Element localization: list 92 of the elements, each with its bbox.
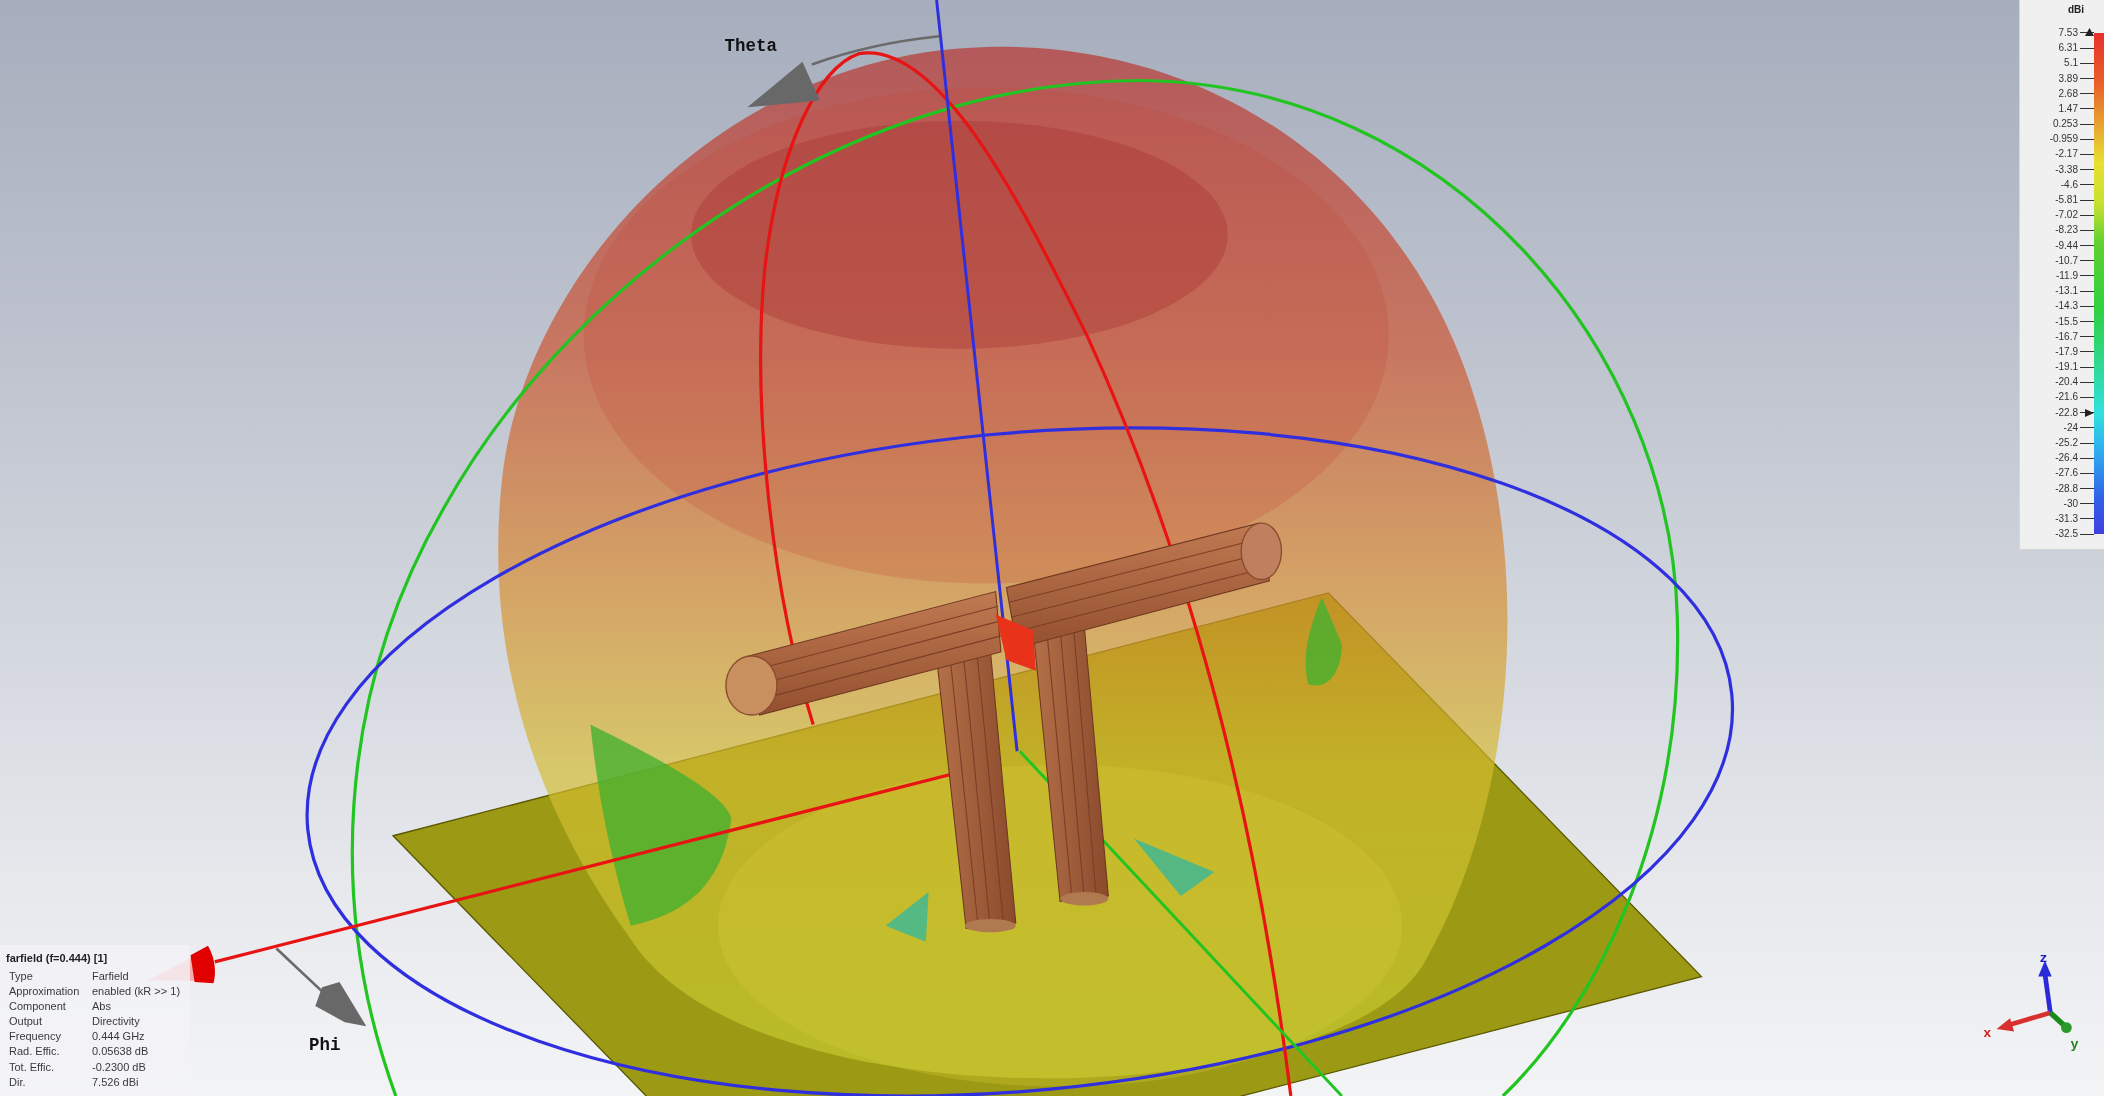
tick-mark bbox=[2080, 138, 2094, 140]
info-key: Component bbox=[9, 999, 92, 1015]
tick-mark bbox=[2080, 305, 2094, 307]
theta-label: Theta bbox=[724, 36, 777, 56]
tick-label: -8.23 bbox=[2054, 224, 2079, 237]
cone-icon bbox=[995, 614, 1036, 671]
tick-mark bbox=[2080, 336, 2094, 338]
tick-mark bbox=[2080, 169, 2094, 171]
tick-mark bbox=[2080, 397, 2094, 398]
tick-mark bbox=[2080, 78, 2094, 80]
tick-label: 7.53 bbox=[2057, 27, 2079, 39]
info-key: Type bbox=[9, 969, 92, 985]
info-key: Frequency bbox=[9, 1029, 92, 1045]
tick-mark bbox=[2080, 351, 2094, 353]
info-value: Abs bbox=[92, 999, 112, 1015]
tick-label: -25.2 bbox=[2054, 437, 2079, 450]
info-key: Tot. Effic. bbox=[9, 1059, 92, 1075]
info-title: farfield (f=0.444) [1] bbox=[6, 951, 109, 966]
tick-mark bbox=[2080, 472, 2094, 474]
max-marker-icon bbox=[2085, 28, 2094, 36]
tick-mark bbox=[2080, 442, 2094, 444]
tick-label: -13.1 bbox=[2054, 285, 2079, 298]
tick-label: -17.9 bbox=[2054, 345, 2079, 358]
tick-label: -7.02 bbox=[2054, 209, 2079, 222]
tick-label: 3.89 bbox=[2057, 72, 2079, 85]
tick-label: -27.6 bbox=[2054, 467, 2079, 480]
info-value: enabled (kR >> 1) bbox=[92, 984, 182, 1000]
tick-mark bbox=[2080, 366, 2094, 368]
tick-label: -14.3 bbox=[2054, 300, 2079, 313]
tick-mark bbox=[2080, 321, 2094, 323]
tick-label: -22.8 bbox=[2054, 406, 2079, 419]
info-value: 7.526 dBi bbox=[92, 1074, 140, 1090]
tick-label: -11.9 bbox=[2054, 270, 2079, 282]
tick-label: -0.959 bbox=[2048, 133, 2079, 146]
tick-label: -20.4 bbox=[2054, 376, 2079, 389]
tick-mark bbox=[2080, 47, 2094, 49]
tick-label: -19.1 bbox=[2054, 361, 2079, 374]
legend-unit: dBi bbox=[2067, 3, 2084, 17]
tick-label: -30 bbox=[2062, 497, 2079, 510]
axis-label: z bbox=[2039, 950, 2048, 966]
tick-label: -24 bbox=[2062, 421, 2079, 434]
tick-label: -21.6 bbox=[2054, 391, 2079, 404]
tick-mark bbox=[2080, 245, 2094, 247]
tick-mark bbox=[2080, 457, 2094, 459]
info-key: Output bbox=[9, 1014, 92, 1030]
tick-label: -26.4 bbox=[2054, 452, 2079, 465]
tick-mark bbox=[2080, 275, 2094, 277]
tick-mark bbox=[2080, 488, 2094, 490]
tick-mark bbox=[2080, 260, 2094, 262]
tick-mark bbox=[2080, 214, 2094, 216]
info-key: Dir. bbox=[9, 1074, 92, 1090]
tick-label: -2.17 bbox=[2054, 148, 2079, 161]
tick-mark bbox=[2080, 62, 2094, 64]
tick-mark bbox=[2080, 290, 2094, 292]
tick-label: -31.3 bbox=[2054, 513, 2079, 525]
tick-mark bbox=[2080, 123, 2094, 125]
tick-mark bbox=[2080, 503, 2094, 505]
tick-label: -9.44 bbox=[2054, 239, 2079, 252]
tick-mark bbox=[2080, 108, 2094, 110]
tick-label: -4.6 bbox=[2059, 178, 2079, 191]
tick-label: 6.31 bbox=[2057, 42, 2079, 55]
tick-mark bbox=[2080, 381, 2094, 383]
info-value: Directivity bbox=[92, 1014, 141, 1030]
info-value: 0.05638 dB bbox=[92, 1044, 150, 1060]
tick-label: 2.68 bbox=[2057, 87, 2079, 100]
tick-mark bbox=[2080, 199, 2094, 201]
tick-label: -10.7 bbox=[2054, 254, 2079, 267]
tick-mark bbox=[2080, 427, 2094, 429]
info-key: Rad. Effic. bbox=[9, 1044, 92, 1060]
threshold-marker-icon bbox=[2085, 408, 2094, 417]
info-value: 0.444 GHz bbox=[92, 1029, 146, 1045]
tick-label: -16.7 bbox=[2054, 330, 2079, 343]
tick-label: -3.38 bbox=[2054, 163, 2079, 176]
info-value: -0.2300 dB bbox=[92, 1059, 147, 1075]
axis-label: x bbox=[1983, 1026, 1992, 1041]
tick-mark bbox=[2080, 533, 2094, 535]
tick-mark bbox=[2080, 93, 2094, 95]
tick-label: 0.253 bbox=[2051, 118, 2079, 131]
info-key: Approximation bbox=[9, 984, 92, 1000]
tick-label: -28.8 bbox=[2054, 482, 2079, 495]
info-value: Farfield bbox=[92, 969, 130, 984]
tick-label: 5.1 bbox=[2063, 57, 2079, 70]
axis-label: y bbox=[2070, 1036, 2079, 1052]
tick-mark bbox=[2080, 184, 2094, 186]
tick-mark bbox=[2080, 229, 2094, 231]
tick-mark bbox=[2080, 154, 2094, 155]
tick-label: -32.5 bbox=[2054, 528, 2079, 541]
tick-label: -5.81 bbox=[2054, 194, 2079, 207]
tick-label: -15.5 bbox=[2054, 315, 2079, 328]
phi-label: Phi bbox=[309, 1035, 341, 1056]
tick-label: 1.47 bbox=[2057, 102, 2079, 115]
tick-mark bbox=[2080, 518, 2094, 520]
